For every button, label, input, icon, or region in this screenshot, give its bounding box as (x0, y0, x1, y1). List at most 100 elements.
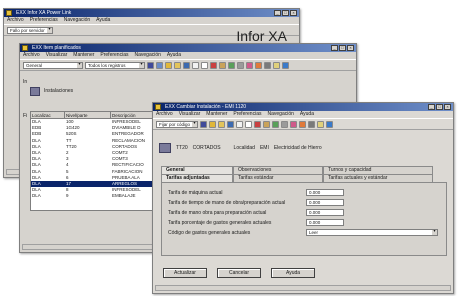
instalaciones-grid: Localizac Nivel/parte Descripción DLA 100… (30, 111, 170, 211)
menu-archivo[interactable]: Archivo (23, 52, 40, 59)
chart-icon[interactable] (272, 120, 279, 128)
field-input[interactable]: 0.000 (306, 189, 344, 196)
menu-preferencias[interactable]: Preferencias (30, 17, 58, 24)
gear-icon[interactable] (281, 120, 288, 128)
menu-visualizar[interactable]: Visualizar (179, 111, 201, 118)
section-header: Instalaciones (30, 84, 73, 98)
location-code: EMI (259, 145, 269, 151)
table-row[interactable]: DLA 9 EMBALAJE (31, 193, 169, 199)
window-power-link-title: EXX Infor XA Power Link (16, 10, 72, 16)
tab-turnos-capacidad[interactable]: Turnos y capacidad (323, 166, 433, 174)
chart-icon[interactable] (228, 61, 235, 69)
clipboard-icon[interactable] (219, 61, 226, 69)
maximize-icon[interactable]: □ (436, 104, 443, 110)
window-cambiar-instalacion-menubar: Archivo Visualizar Mantener Preferencias… (153, 111, 453, 118)
menu-mantener[interactable]: Mantener (73, 52, 94, 59)
help-icon[interactable] (326, 120, 333, 128)
window-item-planificados-menubar: Archivo Visualizar Mantener Preferencias… (20, 52, 356, 59)
server-combo[interactable]: Fallo por servidor (7, 26, 53, 34)
menu-archivo[interactable]: Archivo (7, 17, 24, 24)
pencil-icon[interactable] (254, 120, 261, 128)
location-label: Localidad (233, 145, 255, 151)
menu-visualizar[interactable]: Visualizar (46, 52, 68, 59)
folder-icon[interactable] (218, 120, 225, 128)
gear-icon[interactable] (237, 61, 244, 69)
minimize-icon[interactable]: _ (274, 10, 281, 16)
maximize-icon[interactable]: □ (339, 45, 346, 51)
main-tabs: General Observaciones Turnos y capacidad (161, 166, 433, 174)
refresh-icon[interactable] (165, 61, 172, 69)
menu-mantener[interactable]: Mantener (206, 111, 227, 118)
tag-icon[interactable] (299, 120, 306, 128)
window-item-planificados-titlebar[interactable]: EXX Item planificados _ □ × (20, 44, 356, 52)
help-icon[interactable] (282, 61, 289, 69)
location-name: Electricidad de Hierro (273, 145, 322, 151)
records-combo[interactable]: Todos los registros (85, 61, 145, 69)
tag-icon[interactable] (255, 61, 262, 69)
pencil-icon[interactable] (210, 61, 217, 69)
menu-navegacion[interactable]: Navegación (64, 17, 90, 24)
column-header[interactable]: Nivel/parte (65, 112, 111, 118)
minimize-icon[interactable]: _ (428, 104, 435, 110)
field-input[interactable]: 0.000 (306, 209, 344, 216)
mail-icon[interactable] (273, 61, 280, 69)
field-label: Tarifa de mano obra para preparación act… (168, 209, 267, 216)
ayuda-button[interactable]: Ayuda (271, 268, 315, 278)
field-input[interactable]: 0.000 (306, 199, 344, 206)
table-cell: DLA (32, 193, 41, 199)
actualizar-button[interactable]: Actualizar (163, 268, 207, 278)
print-icon[interactable] (308, 120, 315, 128)
zoom-icon[interactable] (156, 61, 163, 69)
close-icon[interactable]: × (290, 10, 297, 16)
tab-tarifas-estandar[interactable]: Tarifas estándar (233, 174, 323, 182)
minimize-icon[interactable]: _ (331, 45, 338, 51)
table-cell: 9 (66, 193, 69, 199)
key-combo[interactable]: Fijar por código (156, 120, 198, 128)
overhead-code-combo[interactable]: Leer (306, 229, 438, 236)
clipboard-icon[interactable] (263, 120, 270, 128)
sub-tabs: Tarifas adjuntadas Tarifas estándar Tari… (161, 174, 433, 182)
menu-archivo[interactable]: Archivo (156, 111, 173, 118)
close-icon[interactable]: × (347, 45, 354, 51)
menu-ayuda[interactable]: Ayuda (167, 52, 181, 59)
filter-icon[interactable] (290, 120, 297, 128)
maximize-icon[interactable]: □ (282, 10, 289, 16)
menu-preferencias[interactable]: Preferencias (100, 52, 128, 59)
mail-icon[interactable] (317, 120, 324, 128)
menu-navegacion[interactable]: Navegación (267, 111, 293, 118)
tab-observaciones[interactable]: Observaciones (233, 166, 323, 174)
window-cambiar-instalacion-toolbar: Fijar por código (153, 118, 453, 130)
edit-icon[interactable] (236, 120, 243, 128)
tab-general[interactable]: General (161, 166, 233, 174)
menu-navegacion[interactable]: Navegación (134, 52, 160, 59)
window-power-link-titlebar[interactable]: EXX Infor XA Power Link _ □ × (4, 9, 299, 17)
field-label: Tarifa de tiempo de mano de obra/prepara… (168, 199, 286, 206)
edit-icon[interactable] (192, 61, 199, 69)
zoom-icon[interactable] (200, 120, 207, 128)
facility-name: CORTADOS (192, 145, 221, 151)
side-glyph: Fi (23, 113, 28, 119)
filter-icon[interactable] (246, 61, 253, 69)
window-item-planificados-title: EXX Item planificados (32, 45, 81, 51)
window-cambiar-instalacion-title: EXX Cambiar Instalación - EMI 1120 (165, 104, 247, 110)
grid-body: DLA 100 INFRESODEL EDB 1G420 DVIAMBILE D EDB 52… (31, 119, 169, 199)
save-icon[interactable] (183, 61, 190, 69)
menu-preferencias[interactable]: Preferencias (233, 111, 261, 118)
cancelar-button[interactable]: Cancelar (217, 268, 261, 278)
folder-icon[interactable] (174, 61, 181, 69)
column-header[interactable]: Localizac (31, 112, 65, 118)
tab-tarifas-actuales-estandar[interactable]: Tarifas actuales y estándar (323, 174, 433, 182)
new-icon[interactable] (245, 120, 252, 128)
print-icon[interactable] (264, 61, 271, 69)
tab-tarifas-adjuntadas[interactable]: Tarifas adjuntadas (161, 174, 233, 182)
menu-ayuda[interactable]: Ayuda (300, 111, 314, 118)
menu-ayuda[interactable]: Ayuda (96, 17, 110, 24)
close-icon[interactable]: × (444, 104, 451, 110)
window-cambiar-instalacion-titlebar[interactable]: EXX Cambiar Instalación - EMI 1120 _ □ × (153, 103, 453, 111)
new-icon[interactable] (201, 61, 208, 69)
save-icon[interactable] (227, 120, 234, 128)
view-combo[interactable]: General (23, 61, 83, 69)
refresh-icon[interactable] (209, 120, 216, 128)
field-input[interactable]: 0.000 (306, 219, 344, 226)
binoculars-icon[interactable] (147, 61, 154, 69)
